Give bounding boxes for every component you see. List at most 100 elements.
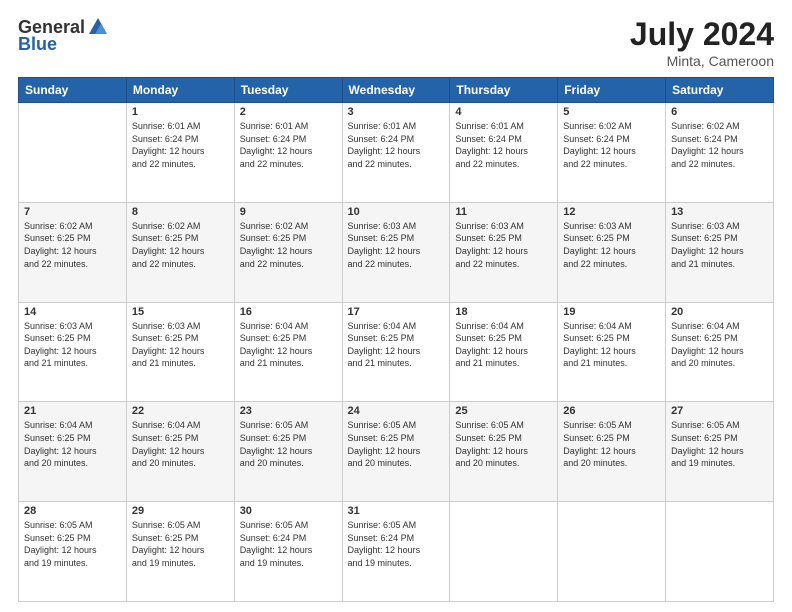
logo-blue: Blue <box>18 34 57 55</box>
day-info: Sunrise: 6:03 AM Sunset: 6:25 PM Dayligh… <box>455 220 552 270</box>
calendar-week-row: 7 Sunrise: 6:02 AM Sunset: 6:25 PM Daylig… <box>19 202 774 302</box>
logo-icon <box>87 16 109 38</box>
day-info: Sunrise: 6:05 AM Sunset: 6:25 PM Dayligh… <box>563 419 660 469</box>
day-info: Sunrise: 6:01 AM Sunset: 6:24 PM Dayligh… <box>455 120 552 170</box>
day-number: 1 <box>132 106 229 118</box>
day-info: Sunrise: 6:04 AM Sunset: 6:25 PM Dayligh… <box>563 320 660 370</box>
day-number: 10 <box>348 206 445 218</box>
calendar-day-cell: 9 Sunrise: 6:02 AM Sunset: 6:25 PM Daylig… <box>234 202 342 302</box>
calendar-day-cell <box>666 502 774 602</box>
day-info: Sunrise: 6:02 AM Sunset: 6:25 PM Dayligh… <box>24 220 121 270</box>
day-number: 16 <box>240 306 337 318</box>
calendar-day-cell: 16 Sunrise: 6:04 AM Sunset: 6:25 PM Dayli… <box>234 302 342 402</box>
day-info: Sunrise: 6:05 AM Sunset: 6:25 PM Dayligh… <box>348 419 445 469</box>
calendar-day-cell: 12 Sunrise: 6:03 AM Sunset: 6:25 PM Dayli… <box>558 202 666 302</box>
day-info: Sunrise: 6:05 AM Sunset: 6:25 PM Dayligh… <box>671 419 768 469</box>
day-number: 17 <box>348 306 445 318</box>
day-number: 12 <box>563 206 660 218</box>
day-number: 5 <box>563 106 660 118</box>
calendar-day-cell: 20Sunrise: 6:04 AM Sunset: 6:25 PM Dayli… <box>666 302 774 402</box>
calendar-day-cell: 22 Sunrise: 6:04 AM Sunset: 6:25 PM Dayli… <box>126 402 234 502</box>
day-number: 14 <box>24 306 121 318</box>
day-number: 8 <box>132 206 229 218</box>
calendar-day-cell: 4 Sunrise: 6:01 AM Sunset: 6:24 PM Daylig… <box>450 103 558 203</box>
calendar-day-cell: 2Sunrise: 6:01 AM Sunset: 6:24 PM Daylig… <box>234 103 342 203</box>
day-info: Sunrise: 6:02 AM Sunset: 6:25 PM Dayligh… <box>240 220 337 270</box>
day-number: 6 <box>671 106 768 118</box>
calendar-week-row: 14 Sunrise: 6:03 AM Sunset: 6:25 PM Dayli… <box>19 302 774 402</box>
calendar-day-cell: 13Sunrise: 6:03 AM Sunset: 6:25 PM Dayli… <box>666 202 774 302</box>
calendar-day-cell: 31Sunrise: 6:05 AM Sunset: 6:24 PM Dayli… <box>342 502 450 602</box>
calendar-day-cell: 7 Sunrise: 6:02 AM Sunset: 6:25 PM Daylig… <box>19 202 127 302</box>
calendar-week-row: 1 Sunrise: 6:01 AM Sunset: 6:24 PM Daylig… <box>19 103 774 203</box>
calendar-day-cell: 8 Sunrise: 6:02 AM Sunset: 6:25 PM Daylig… <box>126 202 234 302</box>
calendar-day-cell: 5Sunrise: 6:02 AM Sunset: 6:24 PM Daylig… <box>558 103 666 203</box>
calendar-day-cell: 30 Sunrise: 6:05 AM Sunset: 6:24 PM Dayli… <box>234 502 342 602</box>
header: General Blue July 2024 Minta, Cameroon <box>18 16 774 69</box>
day-info: Sunrise: 6:04 AM Sunset: 6:25 PM Dayligh… <box>348 320 445 370</box>
calendar-table: SundayMondayTuesdayWednesdayThursdayFrid… <box>18 77 774 602</box>
day-number: 2 <box>240 106 337 118</box>
day-info: Sunrise: 6:05 AM Sunset: 6:25 PM Dayligh… <box>132 519 229 569</box>
calendar-day-cell: 1 Sunrise: 6:01 AM Sunset: 6:24 PM Daylig… <box>126 103 234 203</box>
day-info: Sunrise: 6:03 AM Sunset: 6:25 PM Dayligh… <box>132 320 229 370</box>
day-info: Sunrise: 6:03 AM Sunset: 6:25 PM Dayligh… <box>563 220 660 270</box>
calendar-header-cell: Tuesday <box>234 78 342 103</box>
calendar-day-cell: 18 Sunrise: 6:04 AM Sunset: 6:25 PM Dayli… <box>450 302 558 402</box>
subtitle: Minta, Cameroon <box>630 53 774 69</box>
calendar-week-row: 28 Sunrise: 6:05 AM Sunset: 6:25 PM Dayli… <box>19 502 774 602</box>
calendar-header-cell: Thursday <box>450 78 558 103</box>
day-number: 7 <box>24 206 121 218</box>
logo: General Blue <box>18 16 109 55</box>
day-info: Sunrise: 6:03 AM Sunset: 6:25 PM Dayligh… <box>348 220 445 270</box>
main-title: July 2024 <box>630 16 774 53</box>
calendar-week-row: 21 Sunrise: 6:04 AM Sunset: 6:25 PM Dayli… <box>19 402 774 502</box>
calendar-day-cell: 27Sunrise: 6:05 AM Sunset: 6:25 PM Dayli… <box>666 402 774 502</box>
calendar-day-cell: 6 Sunrise: 6:02 AM Sunset: 6:24 PM Daylig… <box>666 103 774 203</box>
day-info: Sunrise: 6:05 AM Sunset: 6:25 PM Dayligh… <box>24 519 121 569</box>
day-info: Sunrise: 6:01 AM Sunset: 6:24 PM Dayligh… <box>132 120 229 170</box>
day-number: 29 <box>132 505 229 517</box>
calendar-day-cell: 29 Sunrise: 6:05 AM Sunset: 6:25 PM Dayli… <box>126 502 234 602</box>
page: General Blue July 2024 Minta, Cameroon S… <box>0 0 792 612</box>
day-info: Sunrise: 6:03 AM Sunset: 6:25 PM Dayligh… <box>671 220 768 270</box>
day-info: Sunrise: 6:02 AM Sunset: 6:25 PM Dayligh… <box>132 220 229 270</box>
day-info: Sunrise: 6:04 AM Sunset: 6:25 PM Dayligh… <box>240 320 337 370</box>
calendar-day-cell: 11Sunrise: 6:03 AM Sunset: 6:25 PM Dayli… <box>450 202 558 302</box>
day-number: 30 <box>240 505 337 517</box>
day-number: 3 <box>348 106 445 118</box>
day-number: 28 <box>24 505 121 517</box>
calendar-day-cell: 15 Sunrise: 6:03 AM Sunset: 6:25 PM Dayli… <box>126 302 234 402</box>
day-number: 26 <box>563 405 660 417</box>
calendar-day-cell: 25Sunrise: 6:05 AM Sunset: 6:25 PM Dayli… <box>450 402 558 502</box>
calendar-day-cell <box>450 502 558 602</box>
calendar-header-cell: Sunday <box>19 78 127 103</box>
day-number: 4 <box>455 106 552 118</box>
calendar-day-cell: 3 Sunrise: 6:01 AM Sunset: 6:24 PM Daylig… <box>342 103 450 203</box>
day-number: 21 <box>24 405 121 417</box>
calendar-body: 1 Sunrise: 6:01 AM Sunset: 6:24 PM Daylig… <box>19 103 774 602</box>
day-info: Sunrise: 6:02 AM Sunset: 6:24 PM Dayligh… <box>671 120 768 170</box>
day-number: 25 <box>455 405 552 417</box>
day-number: 22 <box>132 405 229 417</box>
calendar-day-cell: 28 Sunrise: 6:05 AM Sunset: 6:25 PM Dayli… <box>19 502 127 602</box>
day-info: Sunrise: 6:01 AM Sunset: 6:24 PM Dayligh… <box>348 120 445 170</box>
day-number: 24 <box>348 405 445 417</box>
day-number: 31 <box>348 505 445 517</box>
calendar-day-cell: 10 Sunrise: 6:03 AM Sunset: 6:25 PM Dayli… <box>342 202 450 302</box>
day-info: Sunrise: 6:04 AM Sunset: 6:25 PM Dayligh… <box>24 419 121 469</box>
calendar-header-cell: Wednesday <box>342 78 450 103</box>
day-number: 18 <box>455 306 552 318</box>
calendar-day-cell: 19Sunrise: 6:04 AM Sunset: 6:25 PM Dayli… <box>558 302 666 402</box>
calendar-day-cell: 14Sunrise: 6:03 AM Sunset: 6:25 PM Dayli… <box>19 302 127 402</box>
day-info: Sunrise: 6:04 AM Sunset: 6:25 PM Dayligh… <box>455 320 552 370</box>
calendar-header-cell: Friday <box>558 78 666 103</box>
day-info: Sunrise: 6:04 AM Sunset: 6:25 PM Dayligh… <box>132 419 229 469</box>
day-info: Sunrise: 6:05 AM Sunset: 6:25 PM Dayligh… <box>240 419 337 469</box>
title-block: July 2024 Minta, Cameroon <box>630 16 774 69</box>
calendar-day-cell: 17 Sunrise: 6:04 AM Sunset: 6:25 PM Dayli… <box>342 302 450 402</box>
day-number: 9 <box>240 206 337 218</box>
day-number: 15 <box>132 306 229 318</box>
day-info: Sunrise: 6:05 AM Sunset: 6:24 PM Dayligh… <box>240 519 337 569</box>
calendar-header-row: SundayMondayTuesdayWednesdayThursdayFrid… <box>19 78 774 103</box>
